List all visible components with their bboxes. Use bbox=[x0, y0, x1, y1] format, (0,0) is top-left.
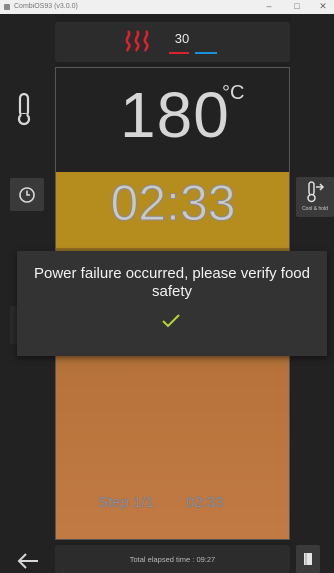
close-button[interactable]: ✕ bbox=[314, 0, 332, 14]
cook-hold-button[interactable]: Cool & hold bbox=[296, 177, 334, 217]
clock-icon bbox=[19, 187, 35, 203]
humidity-value: 30 bbox=[174, 31, 190, 46]
back-arrow-icon[interactable] bbox=[16, 551, 40, 571]
elapsed-time-label: Total elapsed time : 09:27 bbox=[129, 555, 216, 564]
temperature-value: 180 bbox=[120, 79, 230, 151]
alert-message: Power failure occurred, please verify fo… bbox=[34, 265, 310, 300]
thermometer-arrow-icon bbox=[307, 181, 325, 203]
step-time: 02:33 bbox=[186, 494, 224, 511]
minimize-button[interactable]: – bbox=[260, 0, 278, 14]
cook-hold-label: Cool & hold bbox=[302, 206, 328, 212]
app-icon bbox=[4, 4, 10, 10]
convection-heat-icon bbox=[125, 30, 149, 52]
heat-indicator-bar bbox=[169, 52, 189, 54]
elapsed-time-bar: Total elapsed time : 09:27 bbox=[55, 545, 290, 573]
book-icon bbox=[304, 553, 312, 565]
step-label: Step 1/1 bbox=[98, 494, 154, 511]
timer-button[interactable] bbox=[10, 178, 44, 211]
cooking-mode-selector[interactable]: 30 bbox=[55, 22, 290, 62]
thermometer-icon[interactable] bbox=[14, 92, 34, 126]
maximize-button[interactable]: □ bbox=[288, 0, 306, 14]
cool-indicator-bar bbox=[195, 52, 217, 54]
checkmark-icon[interactable] bbox=[161, 313, 181, 329]
timer-display[interactable]: 02:33 bbox=[56, 172, 289, 248]
temperature-display[interactable]: 180 °C bbox=[56, 68, 289, 172]
recipe-book-button[interactable] bbox=[296, 545, 320, 573]
window-titlebar: CombiOS93 (v3.0.0) – □ ✕ bbox=[0, 0, 334, 14]
timer-value: 02:33 bbox=[110, 175, 236, 232]
temperature-unit: °C bbox=[222, 82, 245, 104]
window-title: CombiOS93 (v3.0.0) bbox=[14, 3, 78, 10]
power-failure-dialog: Power failure occurred, please verify fo… bbox=[17, 251, 327, 356]
